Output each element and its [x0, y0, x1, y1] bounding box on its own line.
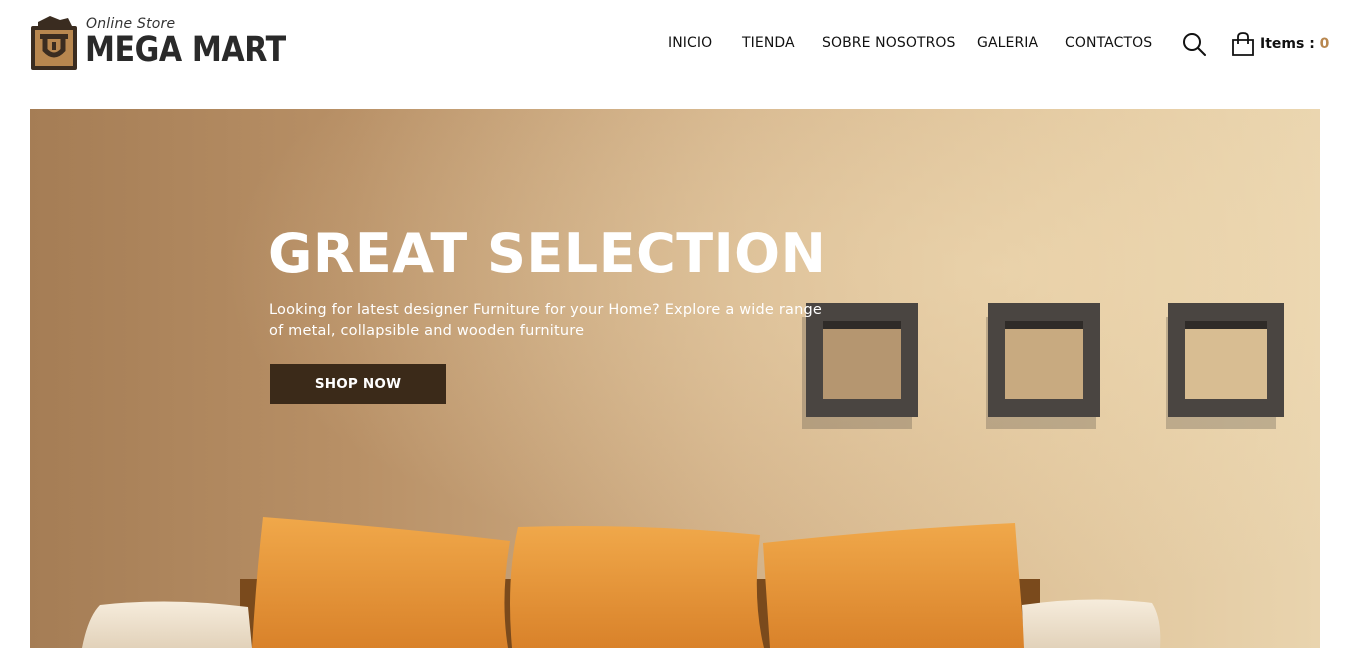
shopping-bag-logo-icon — [31, 16, 77, 70]
sofa-arm-left — [82, 601, 252, 648]
wall-shelf-3 — [1166, 303, 1284, 429]
cart-count: 0 — [1319, 36, 1330, 52]
nav-item-inicio[interactable]: INICIO — [668, 35, 712, 51]
sofa-arm-right — [1022, 599, 1161, 648]
brand-name: MEGA MART — [85, 30, 286, 70]
wall-shelf-2 — [986, 303, 1100, 429]
cart-label-text: Items : — [1260, 36, 1315, 52]
nav-item-sobre-nosotros[interactable]: SOBRE NOSOTROS — [822, 35, 956, 51]
hero-description: Looking for latest designer Furniture fo… — [269, 302, 822, 339]
pillow-left — [252, 517, 510, 648]
shopping-bag-icon — [1232, 32, 1254, 56]
search-icon[interactable] — [1182, 32, 1206, 56]
nav-item-galeria[interactable]: GALERIA — [977, 35, 1038, 51]
nav-item-tienda[interactable]: TIENDA — [742, 35, 795, 51]
site-header: Online Store MEGA MART INICIO TIENDA SOB… — [0, 0, 1366, 90]
cart-items-label: Items : 0 — [1260, 36, 1329, 52]
hero-background-image — [30, 109, 1320, 648]
pillow-middle — [510, 526, 764, 648]
nav-item-contactos[interactable]: CONTACTOS — [1065, 35, 1152, 51]
shop-now-button[interactable]: SHOP NOW — [270, 364, 446, 404]
hero-title: GREAT SELECTION — [268, 222, 827, 285]
logo[interactable]: Online Store MEGA MART — [30, 14, 286, 74]
pillow-right — [763, 523, 1025, 648]
hero-banner: GREAT SELECTION Looking for latest desig… — [30, 109, 1320, 648]
